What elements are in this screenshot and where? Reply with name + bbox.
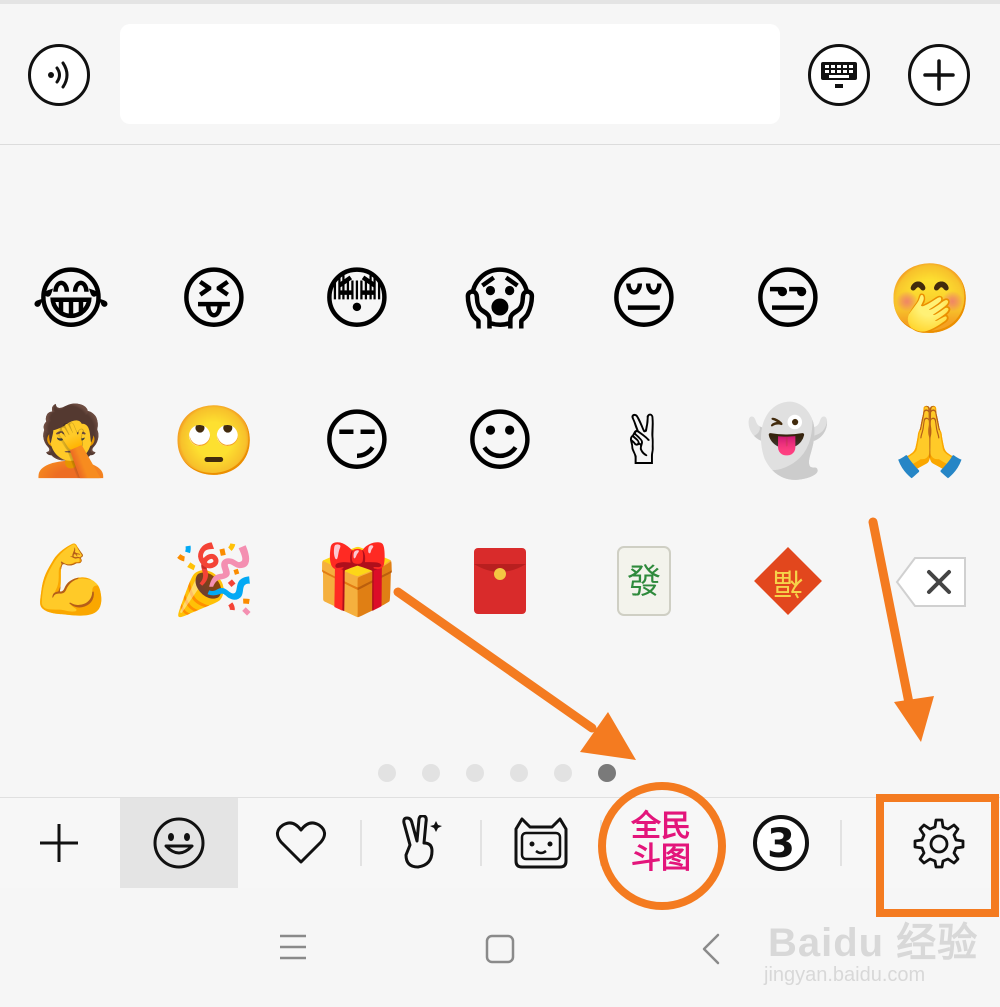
page-dot[interactable] — [422, 764, 440, 782]
emoji-hand-over-mouth[interactable]: 🤭 — [880, 250, 980, 350]
page-dot[interactable] — [378, 764, 396, 782]
smiley-icon — [153, 817, 205, 869]
gear-icon — [913, 818, 965, 869]
emoji-facepalm[interactable]: 🤦 — [21, 392, 121, 492]
plus-icon — [40, 824, 78, 862]
baidu-watermark: Baidu 经验 jingyan.baidu.com — [760, 890, 990, 1000]
toolbar-settings-button[interactable] — [880, 798, 998, 888]
emoji-red-envelope[interactable] — [450, 531, 550, 631]
voice-icon — [48, 61, 69, 89]
back-icon[interactable] — [700, 932, 722, 966]
add-button[interactable] — [908, 44, 970, 106]
delete-button[interactable] — [890, 545, 972, 619]
emoji-smiling[interactable]: ☺ — [450, 392, 550, 492]
emoji-unamused[interactable]: 😒 — [738, 250, 838, 350]
emoji-flushed[interactable]: 😳 — [307, 250, 407, 350]
toolbar-tv-cat-tab[interactable] — [482, 798, 600, 888]
toolbar-sticker-3-tab[interactable]: 3 — [722, 798, 840, 888]
input-bar — [0, 4, 1000, 145]
voice-button[interactable] — [28, 44, 90, 106]
page-dot-active[interactable] — [598, 764, 616, 782]
fu-diamond-icon: 福 — [754, 547, 822, 615]
emoji-victory-face[interactable]: ✌ — [594, 392, 694, 492]
sticker-3-icon: 3 — [753, 815, 809, 871]
toolbar-emoji-tab[interactable] — [120, 798, 238, 888]
keyboard-icon — [821, 62, 857, 88]
svg-text:發: 發 — [627, 562, 661, 602]
emoji-ghost[interactable]: 👻 — [738, 392, 838, 492]
tv-cat-icon — [514, 817, 568, 869]
menu-icon[interactable] — [278, 933, 308, 961]
emoji-gift[interactable]: 🎁 — [307, 531, 407, 631]
emoji-tears-of-joy[interactable]: 😂 — [21, 250, 121, 350]
emoji-toolbar: 全民 斗图 3 — [0, 797, 1000, 889]
backspace-icon — [895, 557, 966, 607]
emoji-squinting-tongue[interactable]: 😝 — [164, 250, 264, 350]
emoji-screaming[interactable]: 😱 — [450, 250, 550, 350]
toolbar-favorites-tab[interactable] — [242, 798, 360, 888]
emoji-eye-roll[interactable]: 🙄 — [164, 392, 264, 492]
emoji-folded-hands[interactable]: 🙏 — [880, 392, 980, 492]
plus-icon — [923, 59, 955, 91]
emoji-mahjong-fa[interactable]: 發 — [594, 531, 694, 631]
red-envelope-icon — [474, 548, 526, 614]
page-dot[interactable] — [510, 764, 528, 782]
svg-text:福: 福 — [773, 565, 803, 600]
page-indicator — [378, 763, 616, 783]
emoji-party-popper[interactable]: 🎉 — [164, 531, 264, 631]
watermark-main-text: Baidu 经验 — [768, 921, 979, 965]
heart-icon — [276, 821, 326, 864]
emoji-fu-diamond[interactable]: 福 — [738, 531, 838, 631]
home-icon[interactable] — [484, 933, 516, 965]
emoji-grid: 😂 😝 😳 😱 😔 😒 🤭 🤦 🙄 😏 ☺ ✌ 👻 🙏 💪 🎉 🎁 發 福 — [0, 145, 1000, 795]
page-dot[interactable] — [466, 764, 484, 782]
mahjong-tile-icon: 發 — [617, 546, 671, 616]
emoji-pensive[interactable]: 😔 — [594, 250, 694, 350]
toolbar-separator — [840, 820, 842, 866]
svg-text:3: 3 — [767, 821, 795, 867]
toolbar-quanmin-doutu-tab[interactable]: 全民 斗图 — [602, 798, 720, 888]
emoji-flexed-biceps[interactable]: 💪 — [21, 531, 121, 631]
message-input[interactable] — [120, 24, 780, 124]
page-dot[interactable] — [554, 764, 572, 782]
watermark-url-text: jingyan.baidu.com — [764, 964, 926, 986]
toolbar-add-button[interactable] — [0, 798, 118, 888]
toolbar-gesture-tab[interactable] — [362, 798, 480, 888]
quanmin-doutu-logo: 全民 斗图 — [631, 809, 691, 876]
emoji-smirk[interactable]: 😏 — [307, 392, 407, 492]
keyboard-button[interactable] — [808, 44, 870, 106]
victory-hand-icon — [402, 815, 442, 869]
